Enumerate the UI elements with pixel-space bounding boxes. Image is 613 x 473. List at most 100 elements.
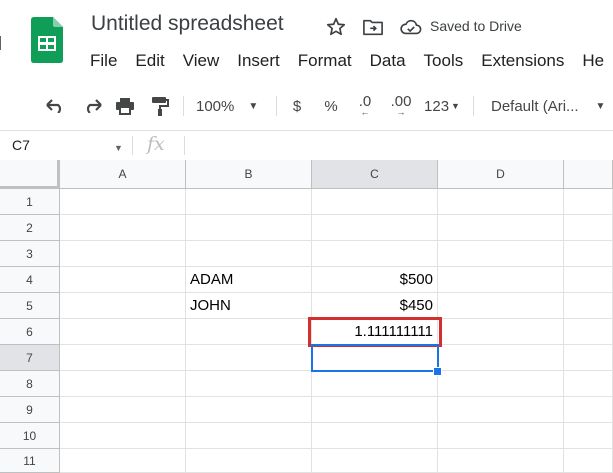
grid-cell-c3[interactable] xyxy=(312,241,438,267)
grid-cell-a1[interactable] xyxy=(60,189,186,215)
grid-cell-d4[interactable] xyxy=(438,267,564,293)
cell-c4[interactable]: $500 xyxy=(312,267,438,293)
grid-cell-d7[interactable] xyxy=(438,345,564,371)
grid-cell-e8[interactable] xyxy=(564,371,613,397)
grid-cell-e3[interactable] xyxy=(564,241,613,267)
cloud-saved-icon[interactable] xyxy=(399,15,423,39)
grid-cell-e4[interactable] xyxy=(564,267,613,293)
menu-insert[interactable]: Insert xyxy=(237,51,280,73)
grid-cell-d8[interactable] xyxy=(438,371,564,397)
zoom-select[interactable]: 100% ▼ xyxy=(196,94,266,118)
grid-cell-d10[interactable] xyxy=(438,423,564,449)
grid-cell-a4[interactable] xyxy=(60,267,186,293)
cell-b5[interactable]: JOHN xyxy=(186,293,312,319)
row-header-8[interactable]: 8 xyxy=(0,371,60,397)
grid-cell-d5[interactable] xyxy=(438,293,564,319)
active-cell-c7[interactable] xyxy=(311,344,439,372)
grid-cell-a7[interactable] xyxy=(60,345,186,371)
grid-cell-a6[interactable] xyxy=(60,319,186,345)
row-header-9[interactable]: 9 xyxy=(0,397,60,423)
row-header-11[interactable]: 11 xyxy=(0,449,60,473)
paint-format-icon[interactable] xyxy=(148,94,172,118)
grid-cell-b2[interactable] xyxy=(186,215,312,241)
menu-format[interactable]: Format xyxy=(298,51,352,73)
column-header-e[interactable] xyxy=(564,160,613,189)
cell-c5[interactable]: $450 xyxy=(312,293,438,319)
grid-cell-c9[interactable] xyxy=(312,397,438,423)
formula-input[interactable] xyxy=(190,131,610,159)
column-header-c[interactable]: C xyxy=(312,160,438,189)
increase-decimal-button[interactable]: .00 → xyxy=(386,94,416,118)
grid-cell-b1[interactable] xyxy=(186,189,312,215)
font-family-select[interactable]: Default (Ari... ▼ xyxy=(491,94,609,118)
more-formats-button[interactable]: 123 ▼ xyxy=(422,94,462,118)
row-header-4[interactable]: 4 xyxy=(0,267,60,293)
document-title[interactable]: Untitled spreadsheet xyxy=(91,12,284,36)
row-header-5[interactable]: 5 xyxy=(0,293,60,319)
grid-cell-b7[interactable] xyxy=(186,345,312,371)
grid-cell-b8[interactable] xyxy=(186,371,312,397)
print-icon[interactable] xyxy=(113,94,137,118)
column-header-b[interactable]: B xyxy=(186,160,312,189)
grid-cell-e7[interactable] xyxy=(564,345,613,371)
name-box[interactable]: C7 xyxy=(12,137,30,153)
percent-format-button[interactable]: % xyxy=(322,94,340,118)
menu-tools[interactable]: Tools xyxy=(424,51,464,73)
menu-view[interactable]: View xyxy=(183,51,220,73)
menu-extensions[interactable]: Extensions xyxy=(481,51,564,73)
row-header-10[interactable]: 10 xyxy=(0,423,60,449)
grid-cell-b6[interactable] xyxy=(186,319,312,345)
undo-icon[interactable] xyxy=(44,94,68,118)
grid-cell-e11[interactable] xyxy=(564,449,613,473)
column-header-d[interactable]: D xyxy=(438,160,564,189)
row-header-1[interactable]: 1 xyxy=(0,189,60,215)
grid-cell-e1[interactable] xyxy=(564,189,613,215)
grid-cell-e6[interactable] xyxy=(564,319,613,345)
sheets-logo-icon[interactable] xyxy=(31,17,63,63)
row-header-6[interactable]: 6 xyxy=(0,319,60,345)
grid-cell-e10[interactable] xyxy=(564,423,613,449)
grid-cell-a3[interactable] xyxy=(60,241,186,267)
grid-cell-a5[interactable] xyxy=(60,293,186,319)
grid-cell-a8[interactable] xyxy=(60,371,186,397)
grid-cell-d2[interactable] xyxy=(438,215,564,241)
menu-edit[interactable]: Edit xyxy=(135,51,164,73)
decrease-decimal-button[interactable]: .0 ← xyxy=(352,94,378,118)
menu-data[interactable]: Data xyxy=(370,51,406,73)
grid-cell-e2[interactable] xyxy=(564,215,613,241)
grid-cell-b11[interactable] xyxy=(186,449,312,473)
grid-cell-d6[interactable] xyxy=(438,319,564,345)
grid-cell-a9[interactable] xyxy=(60,397,186,423)
grid-cell-c10[interactable] xyxy=(312,423,438,449)
grid-cell-c8[interactable] xyxy=(312,371,438,397)
grid-cell-b3[interactable] xyxy=(186,241,312,267)
grid-cell-b10[interactable] xyxy=(186,423,312,449)
grid-cell-a2[interactable] xyxy=(60,215,186,241)
fill-handle[interactable] xyxy=(433,367,442,376)
chevron-down-icon[interactable]: ▼ xyxy=(114,143,123,153)
grid-cell-c1[interactable] xyxy=(312,189,438,215)
row-header-7[interactable]: 7 xyxy=(0,345,60,371)
grid-cell-a10[interactable] xyxy=(60,423,186,449)
menu-help[interactable]: He xyxy=(582,51,604,73)
grid-cell-d3[interactable] xyxy=(438,241,564,267)
select-all-corner[interactable] xyxy=(0,160,60,189)
grid-cell-e9[interactable] xyxy=(564,397,613,423)
cell-b4[interactable]: ADAM xyxy=(186,267,312,293)
grid-cell-e5[interactable] xyxy=(564,293,613,319)
redo-icon[interactable] xyxy=(80,94,104,118)
column-header-a[interactable]: A xyxy=(60,160,186,189)
grid-cell-c2[interactable] xyxy=(312,215,438,241)
row-header-3[interactable]: 3 xyxy=(0,241,60,267)
grid-cell-c11[interactable] xyxy=(312,449,438,473)
grid-cell-a11[interactable] xyxy=(60,449,186,473)
menu-file[interactable]: File xyxy=(90,51,117,73)
grid-cell-d9[interactable] xyxy=(438,397,564,423)
currency-format-button[interactable]: $ xyxy=(288,94,306,118)
grid-cell-d1[interactable] xyxy=(438,189,564,215)
row-header-2[interactable]: 2 xyxy=(0,215,60,241)
grid-cell-b9[interactable] xyxy=(186,397,312,423)
grid-cell-d11[interactable] xyxy=(438,449,564,473)
star-icon[interactable] xyxy=(324,15,348,39)
move-to-folder-icon[interactable] xyxy=(361,15,385,39)
